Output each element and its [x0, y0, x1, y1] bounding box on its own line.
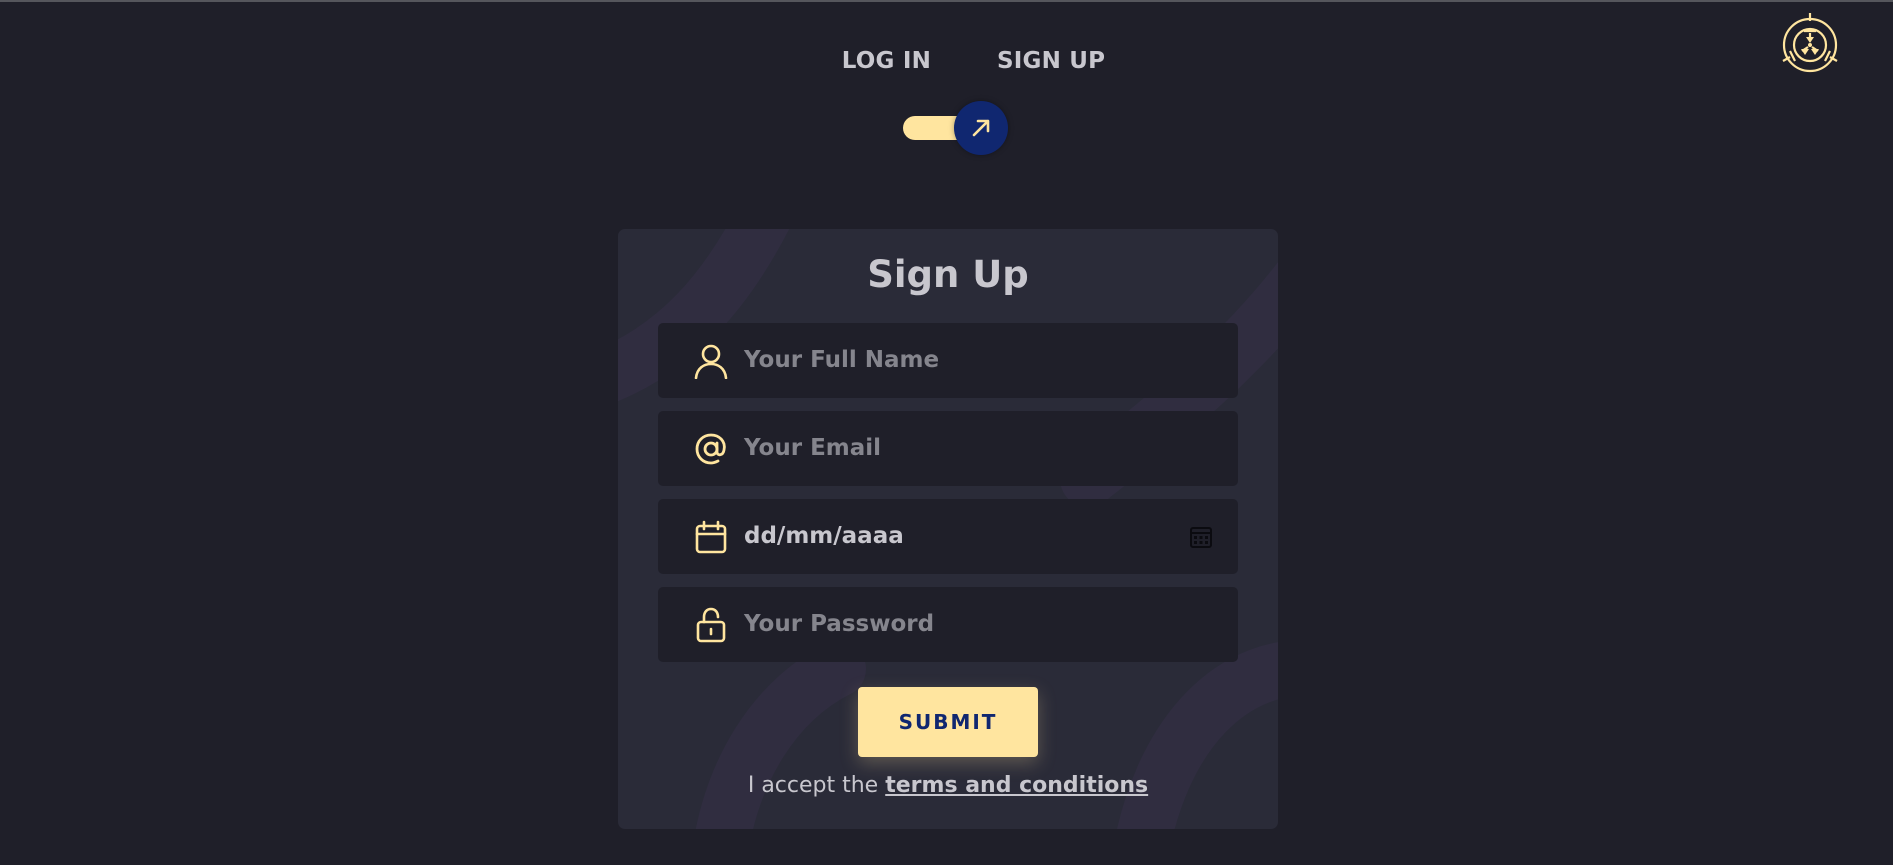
lock-icon — [693, 607, 729, 643]
email-field[interactable]: Your Email — [658, 411, 1238, 486]
at-sign-icon — [693, 431, 729, 467]
birthdate-field[interactable]: dd/mm/aaaa — [658, 499, 1238, 574]
birthdate-input[interactable]: dd/mm/aaaa — [744, 499, 904, 574]
calendar-picker-icon — [1190, 527, 1212, 548]
user-icon — [693, 343, 729, 379]
full-name-field[interactable]: Your Full Name — [658, 323, 1238, 398]
password-input[interactable]: Your Password — [744, 587, 934, 662]
submit-button[interactable]: SUBMIT — [858, 687, 1038, 757]
form-title: Sign Up — [867, 253, 1029, 296]
terms-prefix: I accept the — [747, 773, 879, 798]
full-name-input[interactable]: Your Full Name — [744, 323, 939, 398]
terms-line: I accept the terms and conditions — [618, 773, 1278, 798]
auth-mode-tabs: LOG IN SIGN UP — [0, 48, 1893, 74]
date-picker-button[interactable] — [1188, 524, 1214, 550]
signup-tab[interactable]: SIGN UP — [997, 48, 1105, 74]
window-top-border — [0, 0, 1893, 2]
calendar-icon — [693, 519, 729, 555]
toggle-knob[interactable] — [954, 101, 1008, 155]
terms-link[interactable]: terms and conditions — [885, 773, 1148, 798]
scp-logo[interactable] — [1775, 11, 1845, 79]
password-field[interactable]: Your Password — [658, 587, 1238, 662]
arrow-up-right-icon — [972, 119, 990, 137]
signup-card: Sign Up Your Full Name Your Email dd/mm/… — [618, 229, 1278, 829]
login-tab[interactable]: LOG IN — [842, 48, 931, 74]
email-input[interactable]: Your Email — [744, 411, 881, 486]
